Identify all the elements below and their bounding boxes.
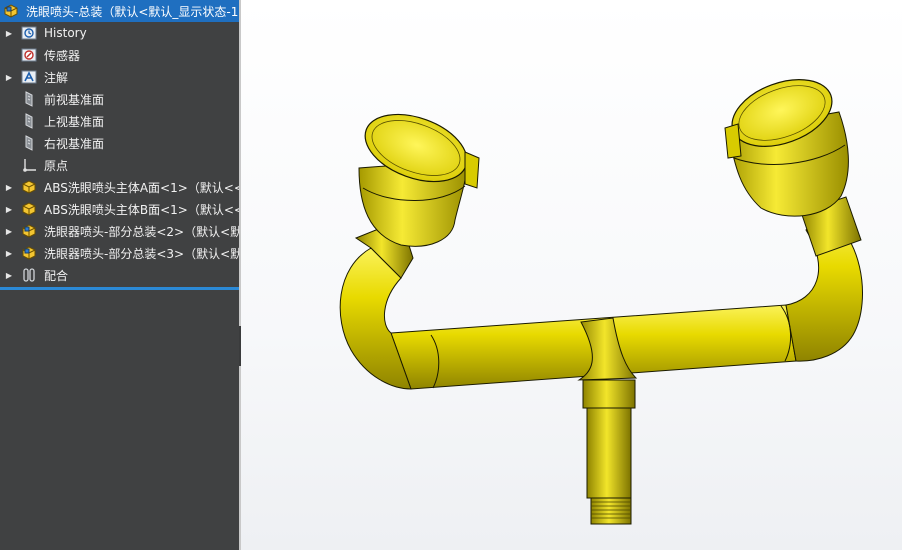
tree-item-mates[interactable]: ▶ 配合 xyxy=(0,264,239,286)
tree-item-origin[interactable]: 原点 xyxy=(0,154,239,176)
tree-item-annotations[interactable]: ▶ 注解 xyxy=(0,66,239,88)
tree-item-label: ABS洗眼喷头主体B面<1>（默认<< xyxy=(44,202,239,217)
assembly-icon xyxy=(0,0,22,22)
tree-item-top-plane[interactable]: 上视基准面 xyxy=(0,110,239,132)
eyewash-model xyxy=(339,79,863,525)
tree-item-label: 前视基准面 xyxy=(44,92,105,107)
plane-icon xyxy=(18,88,40,110)
left-nozzle-tab xyxy=(464,151,480,189)
expand-arrow-icon[interactable]: ▶ xyxy=(0,264,18,286)
tree-item-sensors[interactable]: 传感器 xyxy=(0,44,239,66)
expand-arrow-icon[interactable]: ▶ xyxy=(0,66,18,88)
tree-item-part-b[interactable]: ▶ ABS洗眼喷头主体B面<1>（默认<< xyxy=(0,198,239,220)
tree-item-label: 右视基准面 xyxy=(44,136,105,151)
tree-item-history[interactable]: ▶ History xyxy=(0,22,239,44)
graphics-viewport[interactable] xyxy=(241,0,902,550)
drop-pipe xyxy=(582,379,636,409)
mates-icon xyxy=(18,264,40,286)
tree-item-label: 配合 xyxy=(44,268,69,283)
tree-item-label: 注解 xyxy=(44,70,69,85)
annotation-icon xyxy=(18,66,40,88)
expand-arrow-icon[interactable]: ▶ xyxy=(0,220,18,242)
tree-item-part-a[interactable]: ▶ ABS洗眼喷头主体A面<1>（默认<< xyxy=(0,176,239,198)
subassembly-icon xyxy=(18,220,40,242)
tree-root-assembly[interactable]: 洗眼喷头-总装（默认<默认_显示状态-1 xyxy=(0,0,239,22)
feature-manager-tree: 洗眼喷头-总装（默认<默认_显示状态-1 ▶ History 传感器 ▶ 注解 … xyxy=(0,0,239,550)
tree-item-front-plane[interactable]: 前视基准面 xyxy=(0,88,239,110)
tree-rollback-bar[interactable] xyxy=(0,287,239,290)
plane-icon xyxy=(18,132,40,154)
tree-item-label: 传感器 xyxy=(44,48,81,63)
tree-item-label: 洗眼器喷头-部分总装<2>（默认<默 xyxy=(44,224,239,239)
tree-item-label: 洗眼器喷头-部分总装<3>（默认<默 xyxy=(44,246,239,261)
tree-item-label: ABS洗眼喷头主体A面<1>（默认<< xyxy=(44,180,239,195)
tree-item-label: 上视基准面 xyxy=(44,114,105,129)
origin-icon xyxy=(18,154,40,176)
expand-arrow-icon[interactable]: ▶ xyxy=(0,242,18,264)
tree-item-subassembly-2[interactable]: ▶ 洗眼器喷头-部分总装<2>（默认<默 xyxy=(0,220,239,242)
expand-arrow-icon[interactable]: ▶ xyxy=(0,198,18,220)
plane-icon xyxy=(18,110,40,132)
right-nozzle-tab xyxy=(724,123,742,159)
part-icon xyxy=(18,198,40,220)
tree-item-label: History xyxy=(44,26,87,40)
subassembly-icon xyxy=(18,242,40,264)
expand-arrow-icon[interactable]: ▶ xyxy=(0,176,18,198)
sensor-icon xyxy=(18,44,40,66)
tree-item-right-plane[interactable]: 右视基准面 xyxy=(0,132,239,154)
tree-item-label: 原点 xyxy=(44,158,69,173)
part-icon xyxy=(18,176,40,198)
expand-arrow-icon[interactable]: ▶ xyxy=(0,22,18,44)
tree-root-label: 洗眼喷头-总装（默认<默认_显示状态-1 xyxy=(26,4,239,19)
history-icon xyxy=(18,22,40,44)
tree-item-subassembly-3[interactable]: ▶ 洗眼器喷头-部分总装<3>（默认<默 xyxy=(0,242,239,264)
